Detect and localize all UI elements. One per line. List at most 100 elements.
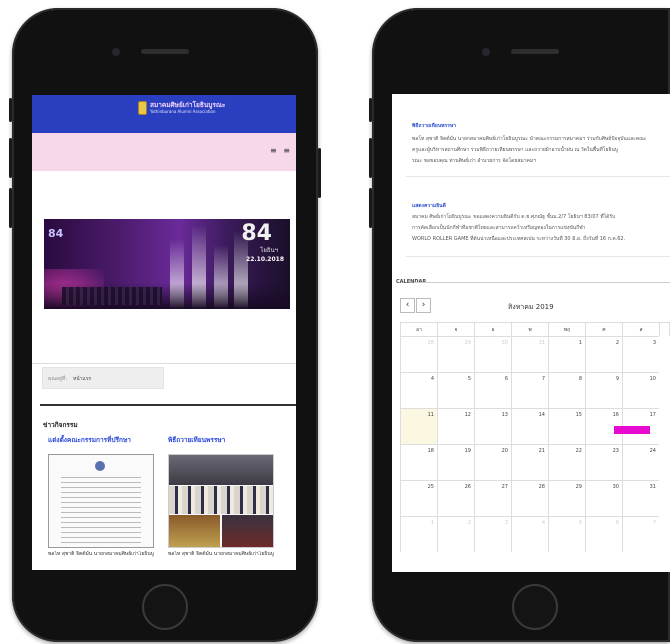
photo-audience xyxy=(222,515,273,547)
calendar-weekday-header: อาจอพพฤศส xyxy=(400,322,670,336)
calendar-day[interactable]: 6 xyxy=(585,516,622,552)
nav-bar: ≡ ≡ xyxy=(32,133,296,171)
home-button[interactable] xyxy=(512,584,558,630)
calendar-day[interactable]: 18 xyxy=(400,444,437,480)
calendar-body: 28 29 30 31 1 2 3 4 5 6 7 8 9 10 11 12 13 14 15 16 17 18 19 20 2… xyxy=(400,336,670,552)
phone-frame-right: พิธีถวายเทียนพรรษา พลโท สุชาติ จิตต์มั่น… xyxy=(369,8,670,642)
article-title-link[interactable]: แสดงความยินดี xyxy=(412,202,446,210)
calendar-day-number: 2 xyxy=(615,340,619,346)
calendar-day[interactable]: 3 xyxy=(474,516,511,552)
document-crest-icon xyxy=(95,461,105,471)
calendar-day[interactable]: 9 xyxy=(585,372,622,408)
calendar-day-number: 19 xyxy=(464,448,471,454)
calendar-day[interactable]: 2 xyxy=(437,516,474,552)
calendar-next-button[interactable]: › xyxy=(416,298,431,313)
calendar-day[interactable]: 20 xyxy=(474,444,511,480)
calendar-day-number: 1 xyxy=(578,340,582,346)
calendar-day[interactable]: 3 xyxy=(622,336,659,372)
calendar-day[interactable]: 2 xyxy=(585,336,622,372)
calendar-day[interactable]: 30 xyxy=(474,336,511,372)
photo-altar xyxy=(169,515,220,547)
calendar-day-number: 12 xyxy=(464,412,471,418)
calendar-day-number: 5 xyxy=(467,376,471,382)
calendar-weekday: พ xyxy=(512,323,549,336)
calendar-day-number: 1 xyxy=(430,520,434,526)
calendar-day[interactable]: 29 xyxy=(437,336,474,372)
front-camera xyxy=(112,48,120,56)
calendar-day[interactable]: 26 xyxy=(437,480,474,516)
calendar-day[interactable]: 7 xyxy=(511,372,548,408)
article-line: รณะ ขอขอบคุณ ท่านศิษย์เก่า อำนวยการ จัดโ… xyxy=(412,158,536,164)
volume-down-button xyxy=(9,188,12,228)
banner-date: 22.10.2018 xyxy=(246,256,284,263)
calendar-day[interactable]: 1 xyxy=(548,336,585,372)
calendar-day[interactable]: 5 xyxy=(548,516,585,552)
calendar-day[interactable]: 30 xyxy=(585,480,622,516)
calendar-day-number: 7 xyxy=(652,520,656,526)
calendar-day[interactable]: 7 xyxy=(622,516,659,552)
calendar-day[interactable]: 25 xyxy=(400,480,437,516)
calendar-day[interactable]: 27 xyxy=(474,480,511,516)
calendar-weekday: อา xyxy=(401,323,438,336)
site-logo[interactable]: สมาคมศิษย์เก่าโยธินบูรณะ Yothinburana Al… xyxy=(138,101,225,115)
news-card[interactable]: พิธีถวายเทียนพรรษา พลโท สุชาติ จิตต์มั่น… xyxy=(168,435,276,558)
calendar-day[interactable]: 1 xyxy=(400,516,437,552)
home-button[interactable] xyxy=(142,584,188,630)
calendar-day[interactable]: 28 xyxy=(511,480,548,516)
calendar-day-today[interactable]: 11 xyxy=(400,408,437,444)
hero-banner[interactable]: 84 84 โยธินฯ 22.10.2018 xyxy=(44,219,290,309)
calendar-day[interactable]: 15 xyxy=(548,408,585,444)
school-crest-icon xyxy=(138,101,147,115)
article-line: WORLD ROLLER GAME ที่ต้นน่าเหนือและประเท… xyxy=(412,236,626,242)
calendar-day[interactable]: 19 xyxy=(437,444,474,480)
calendar-day[interactable]: 6 xyxy=(474,372,511,408)
calendar-day[interactable]: 4 xyxy=(400,372,437,408)
volume-down-button xyxy=(369,188,372,228)
calendar-day[interactable]: 12 xyxy=(437,408,474,444)
calendar-day[interactable]: 31 xyxy=(622,480,659,516)
earpiece-speaker xyxy=(511,49,559,54)
calendar-day[interactable]: 5 xyxy=(437,372,474,408)
news-title-link[interactable]: พิธีถวายเทียนพรรษา xyxy=(168,435,276,445)
calendar-day-number: 24 xyxy=(649,448,656,454)
calendar-day[interactable]: 4 xyxy=(511,516,548,552)
news-thumbnail-document[interactable] xyxy=(48,454,154,548)
calendar-day[interactable]: 8 xyxy=(548,372,585,408)
news-card[interactable]: แต่งตั้งคณะกรรมการที่ปรึกษา พลโท สุชาติ … xyxy=(48,435,156,558)
hamburger-menu-icon[interactable]: ≡ ≡ xyxy=(270,146,292,155)
photo-group xyxy=(169,455,273,485)
document-text-lines xyxy=(61,477,141,543)
calendar-day[interactable]: 28 xyxy=(400,336,437,372)
calendar-day[interactable]: 31 xyxy=(511,336,548,372)
volume-up-button xyxy=(9,138,12,178)
calendar-day-number: 21 xyxy=(538,448,545,454)
calendar-day-number: 27 xyxy=(501,484,508,490)
calendar-week-row: 18 19 20 21 22 23 24 xyxy=(400,444,670,480)
right-screen: พิธีถวายเทียนพรรษา พลโท สุชาติ จิตต์มั่น… xyxy=(392,94,670,572)
calendar-week-row: 4 5 6 7 8 9 10 xyxy=(400,372,670,408)
calendar-prev-button[interactable]: ‹ xyxy=(400,298,415,313)
calendar-day[interactable]: 13 xyxy=(474,408,511,444)
calendar-day[interactable]: 10 xyxy=(622,372,659,408)
calendar-day-number: 30 xyxy=(501,340,508,346)
calendar-day-number: 18 xyxy=(427,448,434,454)
calendar-day[interactable]: 22 xyxy=(548,444,585,480)
calendar-day[interactable]: 29 xyxy=(548,480,585,516)
calendar-rule xyxy=(414,282,670,283)
breadcrumb-label: คุณอยู่ที่: xyxy=(48,376,67,382)
calendar-event-bar[interactable] xyxy=(614,426,650,434)
news-title-link[interactable]: แต่งตั้งคณะกรรมการที่ปรึกษา xyxy=(48,435,156,445)
article-title-link[interactable]: พิธีถวายเทียนพรรษา xyxy=(412,122,456,130)
calendar-day[interactable]: 21 xyxy=(511,444,548,480)
breadcrumb-home-link[interactable]: หน้าแรก xyxy=(73,375,91,383)
calendar-day[interactable]: 14 xyxy=(511,408,548,444)
calendar-weekday: พฤ xyxy=(549,323,586,336)
calendar-day-number: 23 xyxy=(612,448,619,454)
calendar-day-number: 31 xyxy=(649,484,656,490)
calendar-day-number: 11 xyxy=(427,412,434,418)
news-thumbnail-photos[interactable] xyxy=(168,454,274,548)
calendar-day[interactable]: 24 xyxy=(622,444,659,480)
article-divider xyxy=(406,256,670,257)
logo-title: สมาคมศิษย์เก่าโยธินบูรณะ xyxy=(150,101,226,109)
calendar-day[interactable]: 23 xyxy=(585,444,622,480)
